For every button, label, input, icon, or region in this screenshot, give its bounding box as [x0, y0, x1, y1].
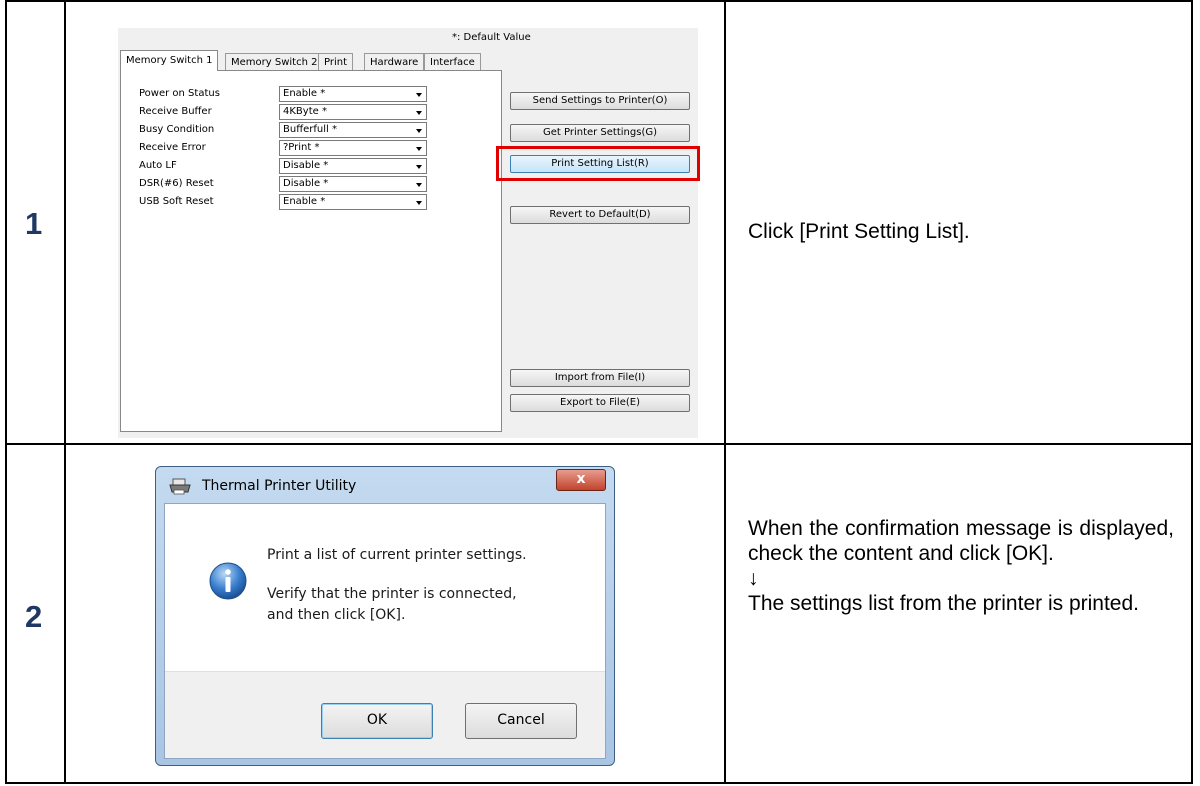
dropdown-arrow-icon: [416, 111, 422, 115]
step-number-2: 2: [25, 599, 43, 634]
dialog-footer: OK Cancel: [165, 671, 605, 758]
setting-row-receive-buffer: Receive Buffer 4KByte *: [139, 104, 489, 122]
column-divider-right: [724, 2, 726, 782]
row-divider: [7, 443, 1191, 445]
dropdown-arrow-icon: [416, 129, 422, 133]
dropdown-value: Disable *: [283, 178, 329, 189]
tab-memory-switch-1[interactable]: Memory Switch 1: [120, 50, 219, 71]
tab-memory-switch-2[interactable]: Memory Switch 2: [225, 53, 324, 70]
setting-row-usb-soft-reset: USB Soft Reset Enable *: [139, 194, 489, 212]
tab-hardware[interactable]: Hardware: [364, 53, 425, 70]
setting-row-busy-condition: Busy Condition Bufferfull *: [139, 122, 489, 140]
dropdown-value: ?Print *: [283, 142, 320, 153]
dropdown-value: Enable *: [283, 196, 326, 207]
setting-row-power-on-status: Power on Status Enable *: [139, 86, 489, 104]
import-from-file-button[interactable]: Import from File(I): [510, 369, 690, 387]
close-icon[interactable]: x: [556, 469, 606, 491]
get-printer-settings-button[interactable]: Get Printer Settings(G): [510, 124, 690, 142]
column-divider-left: [64, 2, 66, 782]
tab-page-memory-switch-1: Power on Status Enable * Receive Buffer …: [120, 70, 502, 432]
auto-lf-dropdown[interactable]: Disable *: [279, 158, 427, 174]
memory-switch-settings-panel: *: Default Value Memory Switch 1 Memory …: [118, 28, 700, 438]
dialog-message-line-1: Print a list of current printer settings…: [267, 547, 527, 563]
dropdown-arrow-icon: [416, 183, 422, 187]
step-2-description-line-1: When the confirmation message is display…: [748, 517, 1174, 565]
setting-label: USB Soft Reset: [139, 196, 214, 207]
dropdown-value: 4KByte *: [283, 106, 327, 117]
setting-label: Power on Status: [139, 88, 220, 99]
dialog-body: Print a list of current printer settings…: [164, 503, 606, 759]
cancel-button[interactable]: Cancel: [465, 703, 577, 739]
dropdown-arrow-icon: [416, 201, 422, 205]
setting-label: Busy Condition: [139, 124, 215, 135]
dialog-message-line-3: and then click [OK].: [267, 607, 406, 623]
export-to-file-button[interactable]: Export to File(E): [510, 394, 690, 412]
send-settings-button[interactable]: Send Settings to Printer(O): [510, 92, 690, 110]
confirmation-dialog: Thermal Printer Utility x Print a list o…: [155, 466, 615, 766]
step-1-description: Click [Print Setting List].: [748, 220, 970, 243]
receive-buffer-dropdown[interactable]: 4KByte *: [279, 104, 427, 120]
step-2-arrow: ↓: [748, 567, 759, 590]
dropdown-value: Disable *: [283, 160, 329, 171]
setting-row-receive-error: Receive Error ?Print *: [139, 140, 489, 158]
setting-label: DSR(#6) Reset: [139, 178, 214, 189]
revert-to-default-button[interactable]: Revert to Default(D): [510, 206, 690, 224]
setting-row-auto-lf: Auto LF Disable *: [139, 158, 489, 176]
dropdown-arrow-icon: [416, 147, 422, 151]
step-2-description-line-3: The settings list from the printer is pr…: [748, 592, 1139, 615]
highlight-box: [496, 146, 700, 181]
ok-button[interactable]: OK: [321, 703, 433, 739]
setting-label: Auto LF: [139, 160, 177, 171]
setting-label: Receive Buffer: [139, 106, 212, 117]
dropdown-arrow-icon: [416, 93, 422, 97]
info-icon: [209, 562, 247, 600]
receive-error-dropdown[interactable]: ?Print *: [279, 140, 427, 156]
setting-label: Receive Error: [139, 142, 206, 153]
step-number-1: 1: [25, 206, 43, 241]
dsr-reset-dropdown[interactable]: Disable *: [279, 176, 427, 192]
dropdown-value: Enable *: [283, 88, 326, 99]
default-value-note: *: Default Value: [452, 32, 531, 43]
dialog-message-line-2: Verify that the printer is connected,: [267, 586, 517, 602]
busy-condition-dropdown[interactable]: Bufferfull *: [279, 122, 427, 138]
tab-print[interactable]: Print: [318, 53, 354, 70]
dropdown-value: Bufferfull *: [283, 124, 337, 135]
step-2-description: When the confirmation message is display…: [748, 516, 1174, 616]
dropdown-arrow-icon: [416, 165, 422, 169]
tab-interface[interactable]: Interface: [424, 53, 481, 70]
dialog-title: Thermal Printer Utility: [202, 478, 357, 494]
power-on-status-dropdown[interactable]: Enable *: [279, 86, 427, 102]
usb-soft-reset-dropdown[interactable]: Enable *: [279, 194, 427, 210]
printer-icon: [169, 478, 191, 495]
setting-row-dsr-reset: DSR(#6) Reset Disable *: [139, 176, 489, 194]
